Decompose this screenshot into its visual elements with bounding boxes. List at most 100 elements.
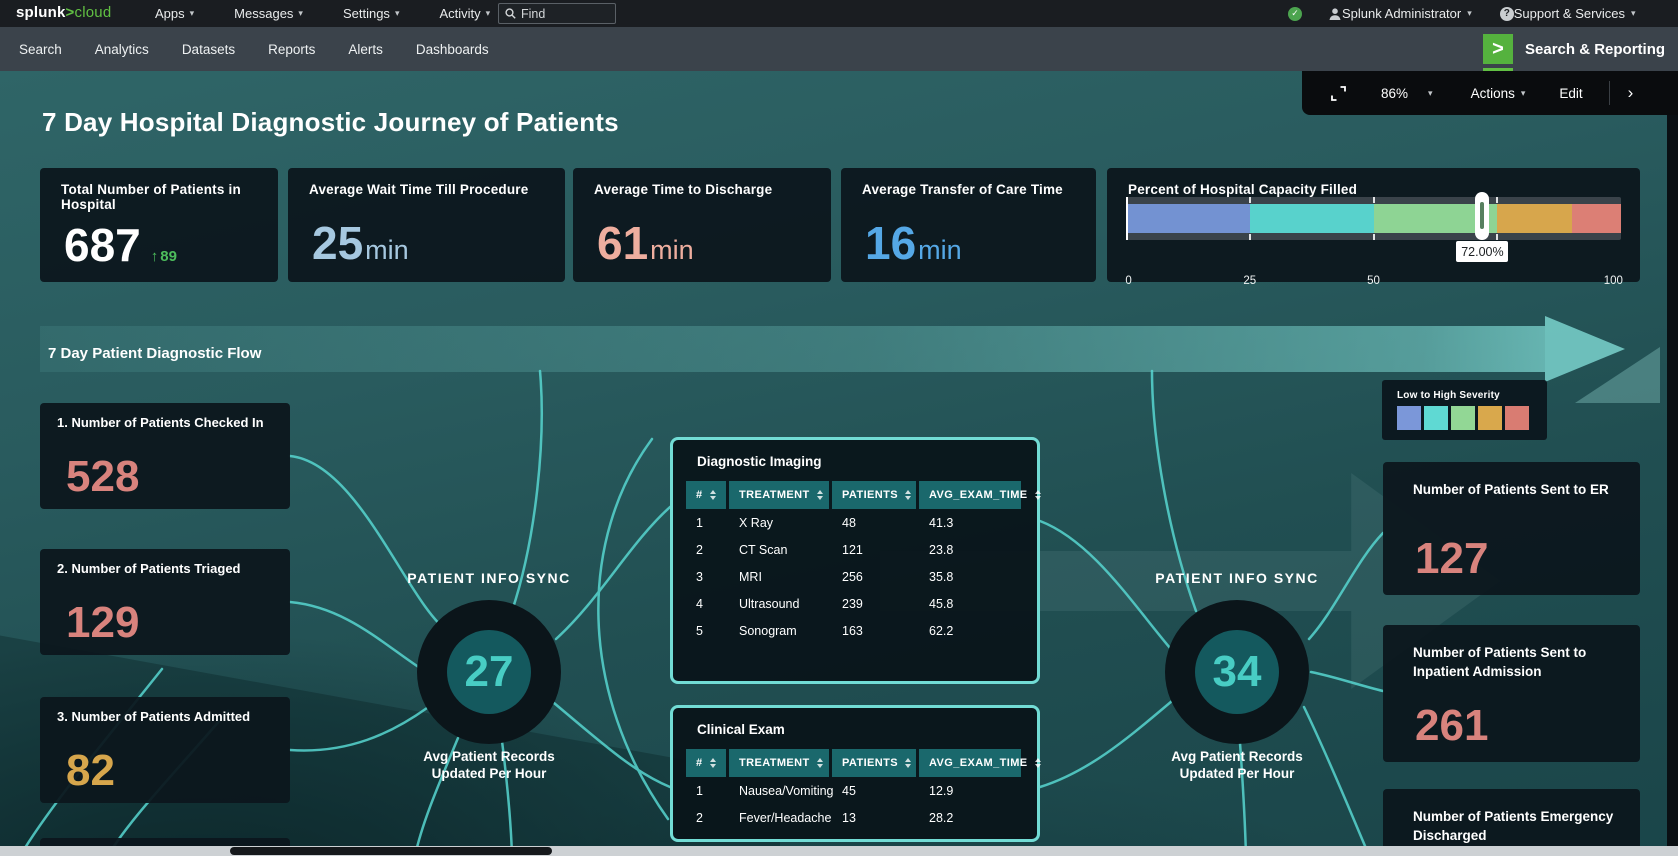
top-nav-menu-apps[interactable]: Apps▾: [155, 6, 194, 21]
table-cell: 28.2: [919, 811, 1021, 825]
table-cell: Fever/Headache: [729, 811, 829, 825]
kpi-card: Total Number of Patients in Hospital687↑…: [40, 168, 278, 282]
kpi-value-row: 16min: [865, 223, 962, 266]
find-input[interactable]: [521, 7, 609, 21]
find-search-box[interactable]: [498, 3, 616, 24]
kpi-value-row: 25min: [312, 223, 409, 266]
column-header-patients[interactable]: PATIENTS: [832, 481, 916, 509]
column-header--[interactable]: #: [686, 481, 726, 509]
actions-menu[interactable]: Actions ▾: [1471, 86, 1526, 101]
user-icon: [1328, 7, 1342, 21]
kpi-delta-value: 89: [160, 248, 177, 265]
flow-card-left: 3. Number of Patients Admitted 82: [40, 697, 290, 803]
gauge-segment-3: [1497, 204, 1571, 233]
menu-label: Settings: [343, 6, 390, 21]
top-nav-menu-messages[interactable]: Messages▾: [234, 6, 303, 21]
table-cell: 2: [686, 811, 726, 825]
table-cell: Ultrasound: [729, 597, 829, 611]
gauge-marker: [1475, 192, 1489, 240]
horizontal-scrollbar[interactable]: [0, 846, 1678, 856]
table-cell: 239: [832, 597, 916, 611]
flow-card-value: 528: [66, 457, 139, 497]
zoom-level: 86%: [1381, 86, 1408, 101]
column-header-treatment[interactable]: TREATMENT: [729, 481, 829, 509]
gauge-tick: [1249, 197, 1251, 203]
flow-card-title: Number of Patients Emergency Discharged: [1413, 807, 1621, 845]
column-header-label: PATIENTS: [842, 757, 898, 769]
sync-right-caption: Avg Patient Records Updated Per Hour: [1127, 748, 1347, 782]
trend-up-icon: ↑: [151, 248, 159, 265]
gauge-title: Percent of Hospital Capacity Filled: [1128, 182, 1630, 197]
top-nav-menu-settings[interactable]: Settings▾: [343, 6, 400, 21]
support-menu-label: Support & Services: [1514, 6, 1625, 21]
table-cell: 23.8: [919, 543, 1021, 557]
table-row: 3MRI25635.8: [686, 563, 1024, 590]
table-cell: 12.9: [919, 784, 1021, 798]
column-header-avg-exam-time[interactable]: AVG_EXAM_TIME: [919, 749, 1021, 777]
table-cell: 41.3: [919, 516, 1021, 530]
flow-card-right: Number of Patients Sent to Inpatient Adm…: [1383, 625, 1640, 762]
top-nav-menu-activity[interactable]: Activity▾: [439, 6, 490, 21]
column-header-label: TREATMENT: [739, 757, 810, 769]
app-bar-item-dashboards[interactable]: Dashboards: [416, 42, 489, 57]
edit-button[interactable]: Edit: [1559, 86, 1582, 101]
flow-card-value: 82: [66, 751, 115, 791]
health-check-icon[interactable]: ✓: [1288, 7, 1302, 21]
zoom-select[interactable]: 86% ▾: [1381, 86, 1433, 101]
app-bar-item-alerts[interactable]: Alerts: [348, 42, 383, 57]
logo-separator: >: [66, 4, 75, 21]
sync-right-caption-line1: Avg Patient Records: [1127, 748, 1347, 765]
table-row: 5Sonogram16362.2: [686, 617, 1024, 644]
table-cell: 2: [686, 543, 726, 557]
flow-card-right: Number of Patients Sent to ER127: [1383, 462, 1640, 595]
scrollbar-thumb[interactable]: [230, 847, 552, 855]
table-cell: 5: [686, 624, 726, 638]
kpi-value: 61: [597, 223, 648, 264]
top-nav-menus: Apps▾Messages▾Settings▾Activity▾: [155, 0, 490, 27]
app-bar-item-reports[interactable]: Reports: [268, 42, 315, 57]
fullscreen-icon[interactable]: [1330, 85, 1347, 102]
table-row: 1X Ray4841.3: [686, 509, 1024, 536]
capacity-gauge: 02550100 72.00%: [1126, 197, 1621, 240]
sort-icon: [1035, 490, 1041, 500]
gauge-tick-label: 25: [1243, 275, 1256, 287]
user-menu[interactable]: Splunk Administrator ▾: [1342, 6, 1472, 21]
flow-card-value: 129: [66, 603, 139, 643]
severity-swatch-3: [1478, 406, 1502, 430]
sync-left-circle: 27: [417, 600, 561, 744]
logo-brand: splunk: [16, 4, 66, 21]
column-header-treatment[interactable]: TREATMENT: [729, 749, 829, 777]
kpi-value-row: 61min: [597, 223, 694, 266]
chevron-right-icon[interactable]: ›: [1628, 83, 1634, 103]
column-header-patients[interactable]: PATIENTS: [832, 749, 916, 777]
splunk-cloud-logo[interactable]: splunk>cloud: [16, 4, 111, 21]
chevron-down-icon: ▾: [486, 9, 491, 18]
gauge-value-label: 72.00%: [1456, 241, 1508, 262]
chevron-down-icon: ▾: [1467, 9, 1472, 18]
app-name: Search & Reporting: [1525, 27, 1665, 71]
column-header--[interactable]: #: [686, 749, 726, 777]
kpi-card: Average Transfer of Care Time16min: [841, 168, 1096, 282]
sync-right-label: PATIENT INFO SYNC: [1137, 570, 1337, 586]
sort-up-arrow: [710, 490, 716, 494]
table-row: 2CT Scan12123.8: [686, 536, 1024, 563]
sort-up-arrow: [905, 490, 911, 494]
table: #TREATMENTPATIENTSAVG_EXAM_TIME1X Ray484…: [686, 481, 1024, 644]
flow-card-title: 3. Number of Patients Admitted: [57, 709, 282, 724]
severity-legend: Low to High Severity: [1382, 380, 1547, 440]
app-bar-item-analytics[interactable]: Analytics: [95, 42, 149, 57]
chevron-down-icon: ▾: [298, 9, 303, 18]
table-row: 4Ultrasound23945.8: [686, 590, 1024, 617]
sort-icon: [817, 758, 823, 768]
app-bar-item-datasets[interactable]: Datasets: [182, 42, 235, 57]
search-reporting-app-icon[interactable]: >: [1483, 34, 1513, 64]
app-bar-item-search[interactable]: Search: [19, 42, 62, 57]
sort-down-arrow: [710, 496, 716, 500]
table-cell: 1: [686, 516, 726, 530]
support-menu[interactable]: Support & Services ▾: [1514, 6, 1636, 21]
kpi-unit: min: [365, 235, 409, 266]
flow-banner-title: 7 Day Patient Diagnostic Flow: [48, 345, 261, 362]
gauge-segment-0: [1126, 204, 1250, 233]
chevron-down-icon: ▾: [190, 9, 195, 18]
column-header-avg-exam-time[interactable]: AVG_EXAM_TIME: [919, 481, 1021, 509]
